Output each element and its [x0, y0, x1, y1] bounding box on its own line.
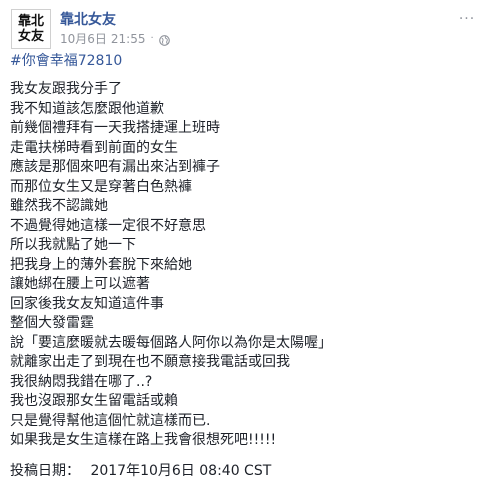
post-header: 靠北 女友 靠北女友 10月6日 21:55 · ···	[11, 9, 481, 49]
post-text-line: 讓她綁在腰上可以遮著	[10, 276, 150, 292]
post-text-line: 前幾個禮拜有一天我搭捷運上班時	[10, 120, 220, 136]
post-text-line: 走電扶梯時看到前面的女生	[10, 139, 178, 156]
post-text-line: 應該是那個來吧有漏出來沾到褲子	[10, 159, 220, 175]
posted-date-value: 2017年10月6日 08:40 CST	[90, 463, 272, 479]
post-text-line: 我也沒跟那女生留電話或賴	[10, 393, 178, 409]
meta-separator: ·	[150, 33, 154, 44]
posted-date-line: 投稿日期： 2017年10月6日 08:40 CST	[10, 462, 271, 481]
post-text-line: 而那位女生又是穿著白色熱褲	[10, 178, 192, 195]
avatar-text-line-1: 靠北	[17, 14, 44, 29]
post-text-line: 說「要這麼暖就去暖每個路人阿你以為你是太陽喔」	[10, 334, 332, 351]
post-text-line: 回家後我女友知道這件事	[10, 295, 164, 312]
post-text-line: 整個大發雷霆	[10, 315, 94, 331]
post-text-line: 就離家出走了到現在也不願意接我電話或回我	[10, 354, 290, 370]
page-avatar[interactable]: 靠北 女友	[11, 9, 51, 49]
page-name-link[interactable]: 靠北女友	[60, 11, 116, 29]
post-text-line: 雖然我不認識她	[10, 198, 108, 214]
posted-date-label: 投稿日期：	[10, 463, 80, 479]
post-text-line: 只是覺得幫他這個忙就這樣而已.	[10, 412, 211, 429]
facebook-post: 靠北 女友 靠北女友 10月6日 21:55 · ··· #你會幸福72810 …	[0, 0, 490, 492]
post-text-line: 我不知道該怎麼跟他道歉	[10, 100, 164, 117]
post-text-line: 如果我是女生這樣在路上我會很想死吧!!!!!	[10, 432, 277, 448]
post-text-line: 所以我就點了她一下	[10, 237, 136, 253]
post-text-line: 我很納悶我錯在哪了..?	[10, 373, 153, 390]
post-time[interactable]: 21:55	[111, 31, 146, 47]
post-body: 我女友跟我分手了我不知道該怎麼跟他道歉前幾個禮拜有一天我搭捷運上班時 走電扶梯時看…	[10, 80, 480, 451]
post-text-line: 把我身上的薄外套脫下來給她	[10, 256, 192, 273]
post-text-line: 我女友跟我分手了	[10, 81, 122, 97]
globe-icon[interactable]	[158, 34, 170, 46]
hashtag-link[interactable]: #你會幸福72810	[10, 52, 122, 71]
post-text-line: 不過覺得她這樣一定很不好意思	[10, 217, 206, 234]
avatar-text-line-2: 女友	[17, 29, 44, 44]
ellipsis-icon[interactable]: ···	[455, 11, 479, 27]
post-date[interactable]: 10月6日	[60, 31, 107, 47]
post-meta: 10月6日 21:55 ·	[60, 31, 170, 47]
